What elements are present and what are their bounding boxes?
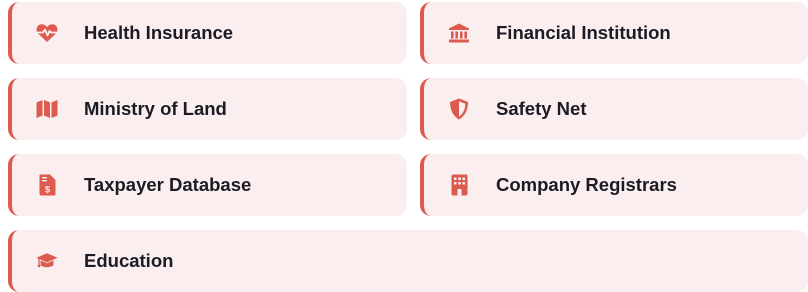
card-label: Safety Net (496, 98, 587, 119)
map-icon (36, 98, 58, 120)
building-icon (448, 174, 470, 196)
invoice-dollar-icon: $ (36, 174, 58, 196)
card-financial-institution[interactable]: Financial Institution (420, 2, 808, 64)
card-education[interactable]: Education (8, 230, 808, 292)
card-taxpayer-database[interactable]: $ Taxpayer Database (8, 154, 407, 216)
shield-icon (448, 98, 470, 120)
card-label: Ministry of Land (84, 98, 227, 119)
heartbeat-icon (36, 22, 58, 44)
card-label: Education (84, 250, 174, 271)
card-ministry-of-land[interactable]: Ministry of Land (8, 78, 407, 140)
card-label: Taxpayer Database (84, 174, 252, 195)
card-company-registrars[interactable]: Company Registrars (420, 154, 808, 216)
card-label: Health Insurance (84, 22, 234, 43)
card-label: Financial Institution (496, 22, 671, 43)
graduation-cap-icon (36, 250, 58, 272)
svg-text:$: $ (44, 185, 50, 196)
card-health-insurance[interactable]: Health Insurance (8, 2, 407, 64)
card-label: Company Registrars (496, 174, 677, 195)
card-safety-net[interactable]: Safety Net (420, 78, 808, 140)
bank-icon (448, 22, 470, 44)
